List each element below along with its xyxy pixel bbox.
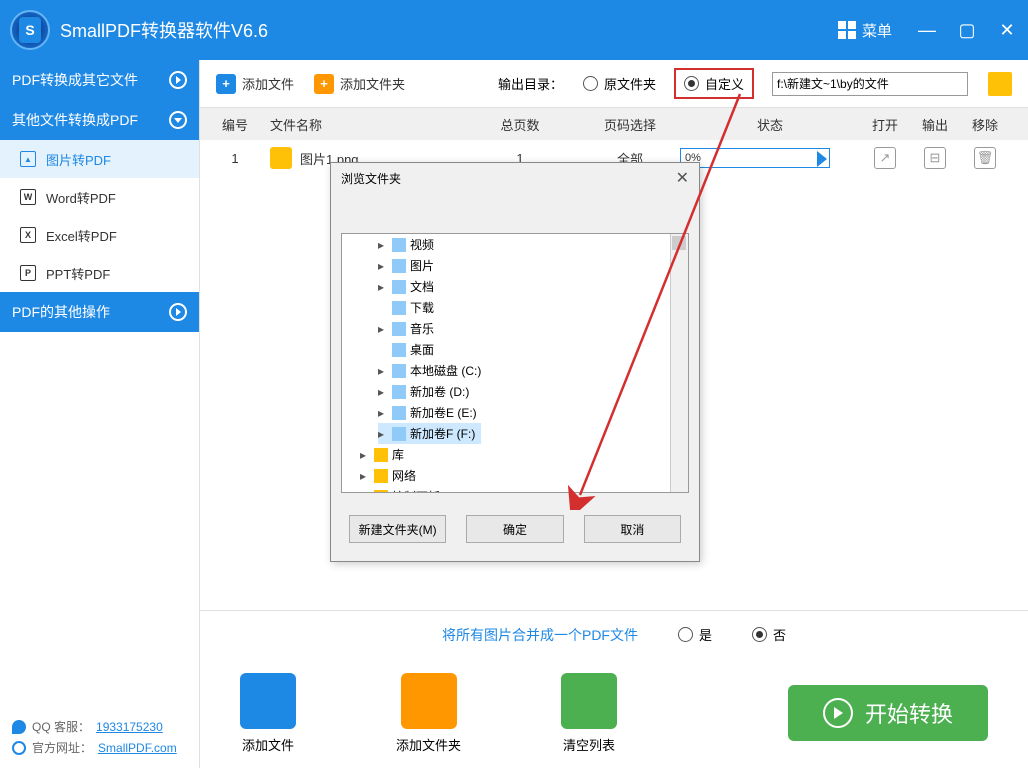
tree-item[interactable]: ▸新加卷F (F:): [378, 423, 481, 444]
qq-icon: [12, 720, 26, 734]
tree-item[interactable]: 下载: [378, 297, 481, 318]
chevron-down-icon: [169, 111, 187, 129]
delete-button[interactable]: 🗑: [974, 147, 996, 169]
section-other-to-pdf[interactable]: 其他文件转换成PDF: [0, 100, 199, 140]
clear-list-action[interactable]: 清空列表: [561, 673, 617, 754]
app-logo: S: [10, 10, 50, 50]
folder-icon: [401, 673, 457, 729]
item-label: PPT转PDF: [46, 264, 110, 283]
play-circle-icon: [823, 698, 853, 728]
merge-text: 将所有图片合并成一个PDF文件: [442, 625, 638, 645]
section-label: PDF转换成其它文件: [12, 70, 138, 90]
image-icon: [20, 151, 36, 167]
output-path-input[interactable]: [772, 72, 968, 96]
minimize-button[interactable]: ―: [916, 20, 938, 41]
item-label: Excel转PDF: [46, 226, 117, 245]
play-icon: [817, 151, 827, 167]
merge-no[interactable]: 否: [752, 625, 786, 644]
tree-item[interactable]: ▸本地磁盘 (C:): [378, 360, 481, 381]
dialog-close-button[interactable]: ✕: [676, 168, 689, 188]
file-icon: [240, 673, 296, 729]
word-icon: [20, 189, 36, 205]
progress-bar[interactable]: 0%: [680, 148, 830, 168]
add-folder-button[interactable]: +添加文件夹: [314, 74, 405, 94]
tree-item[interactable]: ▸控制面板: [360, 486, 688, 493]
item-label: 图片转PDF: [46, 150, 111, 169]
merge-bar: 将所有图片合并成一个PDF文件 是 否: [200, 610, 1028, 658]
output-button[interactable]: ⊟: [924, 147, 946, 169]
radio-icon: [684, 76, 699, 91]
item-label: Word转PDF: [46, 188, 116, 207]
chevron-right-icon: [169, 71, 187, 89]
dialog-title: 浏览文件夹: [341, 170, 401, 187]
menu-button[interactable]: 菜单: [838, 20, 892, 41]
app-title: SmallPDF转换器软件V6.6: [60, 17, 838, 43]
ok-button[interactable]: 确定: [466, 515, 563, 543]
open-button[interactable]: ↗: [874, 147, 896, 169]
image-file-icon: [270, 147, 292, 169]
globe-icon: [12, 741, 26, 755]
tree-item[interactable]: ▸视频: [378, 234, 481, 255]
new-folder-button[interactable]: 新建文件夹(M): [349, 515, 446, 543]
add-file-button[interactable]: +添加文件: [216, 74, 294, 94]
tree-item[interactable]: ▸网络: [360, 465, 688, 486]
tree-item[interactable]: ▸文档: [378, 276, 481, 297]
chevron-right-icon: [169, 303, 187, 321]
maximize-button[interactable]: ▢: [956, 20, 978, 41]
sidebar-item-ppt-to-pdf[interactable]: PPT转PDF: [0, 254, 199, 292]
merge-yes[interactable]: 是: [678, 625, 712, 644]
plus-icon: +: [314, 74, 334, 94]
excel-icon: [20, 227, 36, 243]
sidebar-item-word-to-pdf[interactable]: Word转PDF: [0, 178, 199, 216]
radio-src-folder[interactable]: 原文件夹: [583, 74, 656, 93]
close-button[interactable]: ✕: [996, 20, 1018, 41]
tree-item[interactable]: ▸新加卷E (E:): [378, 402, 481, 423]
cancel-button[interactable]: 取消: [584, 515, 681, 543]
sidebar-item-excel-to-pdf[interactable]: Excel转PDF: [0, 216, 199, 254]
toolbar: +添加文件 +添加文件夹 输出目录： 原文件夹 自定义: [200, 60, 1028, 108]
sidebar-footer: QQ 客服：1933175230 官方网址：SmallPDF.com: [0, 702, 199, 768]
section-pdf-to-other[interactable]: PDF转换成其它文件: [0, 60, 199, 100]
add-folder-action[interactable]: 添加文件夹: [396, 673, 461, 754]
scrollbar[interactable]: [670, 234, 688, 492]
tree-item[interactable]: ▸图片: [378, 255, 481, 276]
site-link[interactable]: SmallPDF.com: [98, 741, 177, 755]
table-header: 编号 文件名称 总页数 页码选择 状态 打开 输出 移除: [200, 108, 1028, 140]
plus-icon: +: [216, 74, 236, 94]
radio-custom[interactable]: 自定义: [674, 68, 754, 99]
output-dir-label: 输出目录：: [498, 74, 563, 93]
titlebar: S SmallPDF转换器软件V6.6 菜单 ― ▢ ✕: [0, 0, 1028, 60]
start-convert-button[interactable]: 开始转换: [788, 685, 988, 741]
section-pdf-other-ops[interactable]: PDF的其他操作: [0, 292, 199, 332]
menu-grid-icon: [838, 21, 856, 39]
add-file-action[interactable]: 添加文件: [240, 673, 296, 754]
tree-item[interactable]: ▸库: [360, 444, 688, 465]
browse-folder-button[interactable]: [988, 72, 1012, 96]
sidebar-item-image-to-pdf[interactable]: 图片转PDF: [0, 140, 199, 178]
browse-folder-dialog: 浏览文件夹 ✕ ▸视频▸图片▸文档下载▸音乐桌面▸本地磁盘 (C:)▸新加卷 (D…: [330, 162, 700, 562]
section-label: PDF的其他操作: [12, 302, 110, 322]
tree-item[interactable]: ▸新加卷 (D:): [378, 381, 481, 402]
section-label: 其他文件转换成PDF: [12, 110, 138, 130]
folder-tree[interactable]: ▸视频▸图片▸文档下载▸音乐桌面▸本地磁盘 (C:)▸新加卷 (D:)▸新加卷E…: [341, 233, 689, 493]
tree-item[interactable]: 桌面: [378, 339, 481, 360]
ppt-icon: [20, 265, 36, 281]
radio-icon: [752, 627, 767, 642]
menu-label: 菜单: [862, 20, 892, 41]
qq-link[interactable]: 1933175230: [96, 720, 163, 734]
sidebar: PDF转换成其它文件 其他文件转换成PDF 图片转PDF Word转PDF Ex…: [0, 60, 200, 768]
broom-icon: [561, 673, 617, 729]
tree-item[interactable]: ▸音乐: [378, 318, 481, 339]
radio-icon: [583, 76, 598, 91]
radio-icon: [678, 627, 693, 642]
